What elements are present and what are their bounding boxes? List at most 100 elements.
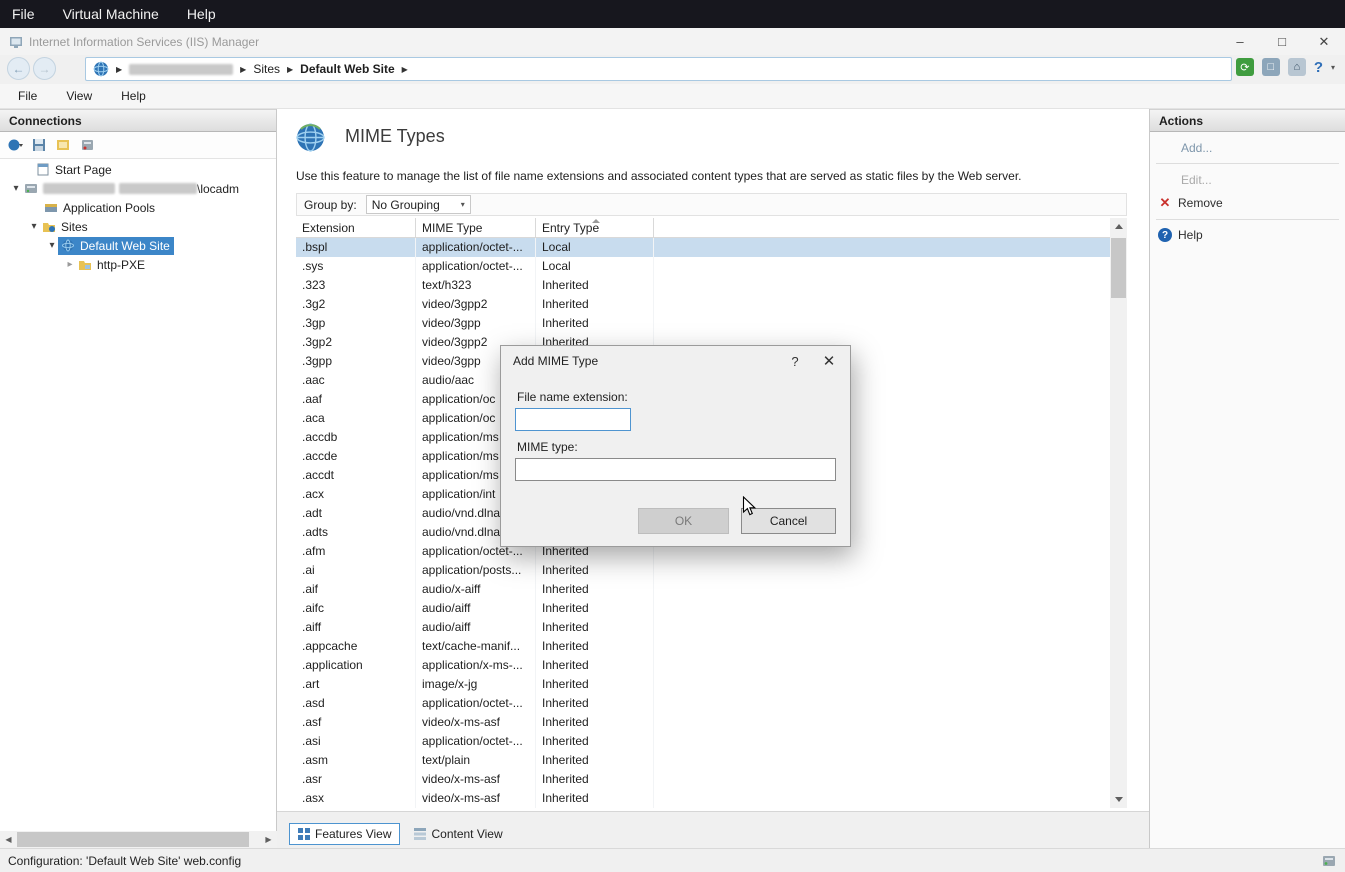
table-row[interactable]: .appcachetext/cache-manif...Inherited: [296, 637, 1110, 656]
table-cell-mime: application/octet-...: [416, 257, 536, 276]
tree-item-server[interactable]: ▾ \locadm: [0, 179, 276, 198]
table-cell-mime: video/x-ms-asf: [416, 770, 536, 789]
table-cell-entry: Inherited: [536, 789, 654, 808]
table-row[interactable]: .aiffaudio/aiffInherited: [296, 618, 1110, 637]
table-cell-ext: .asx: [296, 789, 416, 808]
dialog-titlebar[interactable]: Add MIME Type ? ✕: [501, 346, 850, 376]
table-row[interactable]: .bsplapplication/octet-...Local: [296, 238, 1110, 257]
table-cell-ext: .acx: [296, 485, 416, 504]
menu-file[interactable]: File: [18, 89, 37, 103]
table-cell-mime: video/x-ms-asf: [416, 789, 536, 808]
table-row[interactable]: .applicationapplication/x-ms-...Inherite…: [296, 656, 1110, 675]
scrollbar-thumb[interactable]: [1111, 238, 1126, 298]
tree-item-default-web-site[interactable]: ▾ Default Web Site: [0, 236, 276, 255]
sites-folder-icon: [42, 220, 56, 233]
add-action[interactable]: Add...: [1181, 141, 1345, 155]
window-restore-icon[interactable]: □: [1262, 58, 1280, 76]
scroll-right-icon[interactable]: ▶: [260, 831, 277, 848]
table-cell-ext: .aaf: [296, 390, 416, 409]
breadcrumb-arrow-icon: ▶: [287, 65, 293, 74]
scroll-down-icon[interactable]: [1110, 791, 1127, 808]
menu-view[interactable]: View: [66, 89, 92, 103]
chevron-down-icon[interactable]: ▾: [46, 240, 58, 251]
back-button[interactable]: ←: [7, 57, 30, 80]
tree-item-start-page[interactable]: Start Page: [0, 160, 276, 179]
globe-icon: [61, 239, 75, 252]
table-row[interactable]: .aifaudio/x-aiffInherited: [296, 580, 1110, 599]
address-bar: ← → ▶ ▶ Sites ▶ Default Web Site ▶ ⟳ □ ⌂…: [0, 55, 1345, 84]
breadcrumb-site[interactable]: Default Web Site: [300, 62, 394, 76]
chevron-down-icon[interactable]: ▾: [28, 221, 40, 232]
group-by-select[interactable]: No Grouping ▾: [366, 195, 471, 214]
table-row[interactable]: .asiapplication/octet-...Inherited: [296, 732, 1110, 751]
server-icon[interactable]: [80, 138, 95, 152]
help-action[interactable]: ? Help: [1158, 228, 1345, 242]
tree-item-application-pools[interactable]: Application Pools: [0, 198, 276, 217]
tree-item-http-pxe[interactable]: ▸ http-PXE: [0, 255, 276, 274]
help-caret-icon[interactable]: ▾: [1331, 63, 1335, 72]
home-icon[interactable]: ⌂: [1288, 58, 1306, 76]
chevron-right-icon[interactable]: ▸: [64, 259, 76, 270]
table-row[interactable]: .asrvideo/x-ms-asfInherited: [296, 770, 1110, 789]
table-cell-entry: Inherited: [536, 580, 654, 599]
remove-action[interactable]: ✕ Remove: [1158, 195, 1345, 211]
column-header-mime-type[interactable]: MIME Type: [416, 218, 536, 237]
selected-tree-item[interactable]: Default Web Site: [58, 237, 174, 255]
tab-content-view[interactable]: Content View: [406, 823, 510, 845]
table-cell-ext: .3gp: [296, 314, 416, 333]
file-name-extension-input[interactable]: [515, 408, 631, 431]
breadcrumb-sites[interactable]: Sites: [253, 62, 280, 76]
table-row[interactable]: .323text/h323Inherited: [296, 276, 1110, 295]
scroll-left-icon[interactable]: ◀: [0, 831, 17, 848]
chevron-down-icon[interactable]: ▾: [10, 183, 22, 194]
scrollbar-thumb[interactable]: [17, 832, 249, 847]
add-mime-type-dialog: Add MIME Type ? ✕ File name extension: M…: [500, 345, 851, 547]
column-header-extension[interactable]: Extension: [296, 218, 416, 237]
table-cell-mime: video/3gpp: [416, 314, 536, 333]
table-cell-mime: video/3gpp2: [416, 295, 536, 314]
menu-help[interactable]: Help: [121, 89, 146, 103]
forward-button[interactable]: →: [33, 57, 56, 80]
tree-item-sites[interactable]: ▾ Sites: [0, 217, 276, 236]
vm-menu-help[interactable]: Help: [187, 6, 216, 22]
table-row[interactable]: .sysapplication/octet-...Local: [296, 257, 1110, 276]
dialog-close-icon[interactable]: ✕: [814, 346, 844, 376]
connections-panel: Connections Start Page ▾ \locadm Applica…: [0, 109, 277, 848]
status-bar: Configuration: 'Default Web Site' web.co…: [0, 848, 1345, 872]
mime-type-input[interactable]: [515, 458, 836, 481]
vm-menu-file[interactable]: File: [12, 6, 35, 22]
breadcrumb-arrow-icon: ▶: [116, 65, 122, 74]
table-row[interactable]: .3gpvideo/3gppInherited: [296, 314, 1110, 333]
tab-label: Content View: [431, 827, 502, 841]
table-row[interactable]: .asdapplication/octet-...Inherited: [296, 694, 1110, 713]
view-tabs: Features View Content View: [277, 820, 1149, 848]
minimize-button[interactable]: –: [1219, 28, 1261, 55]
table-cell-mime: audio/aiff: [416, 599, 536, 618]
vm-menu-virtual-machine[interactable]: Virtual Machine: [63, 6, 159, 22]
export-icon[interactable]: [56, 138, 71, 152]
table-row[interactable]: .asxvideo/x-ms-asfInherited: [296, 789, 1110, 808]
maximize-button[interactable]: □: [1261, 28, 1303, 55]
table-row[interactable]: .asfvideo/x-ms-asfInherited: [296, 713, 1110, 732]
close-button[interactable]: ✕: [1303, 28, 1345, 55]
breadcrumb[interactable]: ▶ ▶ Sites ▶ Default Web Site ▶: [85, 57, 1232, 81]
table-row[interactable]: .aiapplication/posts...Inherited: [296, 561, 1110, 580]
tab-label: Features View: [315, 827, 391, 841]
save-icon[interactable]: [32, 138, 47, 152]
actions-header: Actions: [1150, 109, 1345, 132]
horizontal-scrollbar[interactable]: ◀ ▶: [0, 831, 277, 848]
tree-item-label: Sites: [61, 220, 88, 234]
tab-features-view[interactable]: Features View: [289, 823, 400, 845]
vertical-scrollbar[interactable]: [1110, 218, 1127, 808]
column-header-entry-type[interactable]: Entry Type: [536, 218, 654, 237]
dialog-help-icon[interactable]: ?: [780, 346, 810, 376]
scroll-up-icon[interactable]: [1110, 218, 1127, 235]
help-icon[interactable]: ?: [1314, 59, 1323, 76]
table-row[interactable]: .artimage/x-jgInherited: [296, 675, 1110, 694]
create-connection-icon[interactable]: [8, 138, 23, 152]
table-row[interactable]: .3g2video/3gpp2Inherited: [296, 295, 1110, 314]
table-row[interactable]: .asmtext/plainInherited: [296, 751, 1110, 770]
refresh-icon[interactable]: ⟳: [1236, 58, 1254, 76]
group-by-bar: Group by: No Grouping ▾: [296, 193, 1127, 216]
table-row[interactable]: .aifcaudio/aiffInherited: [296, 599, 1110, 618]
